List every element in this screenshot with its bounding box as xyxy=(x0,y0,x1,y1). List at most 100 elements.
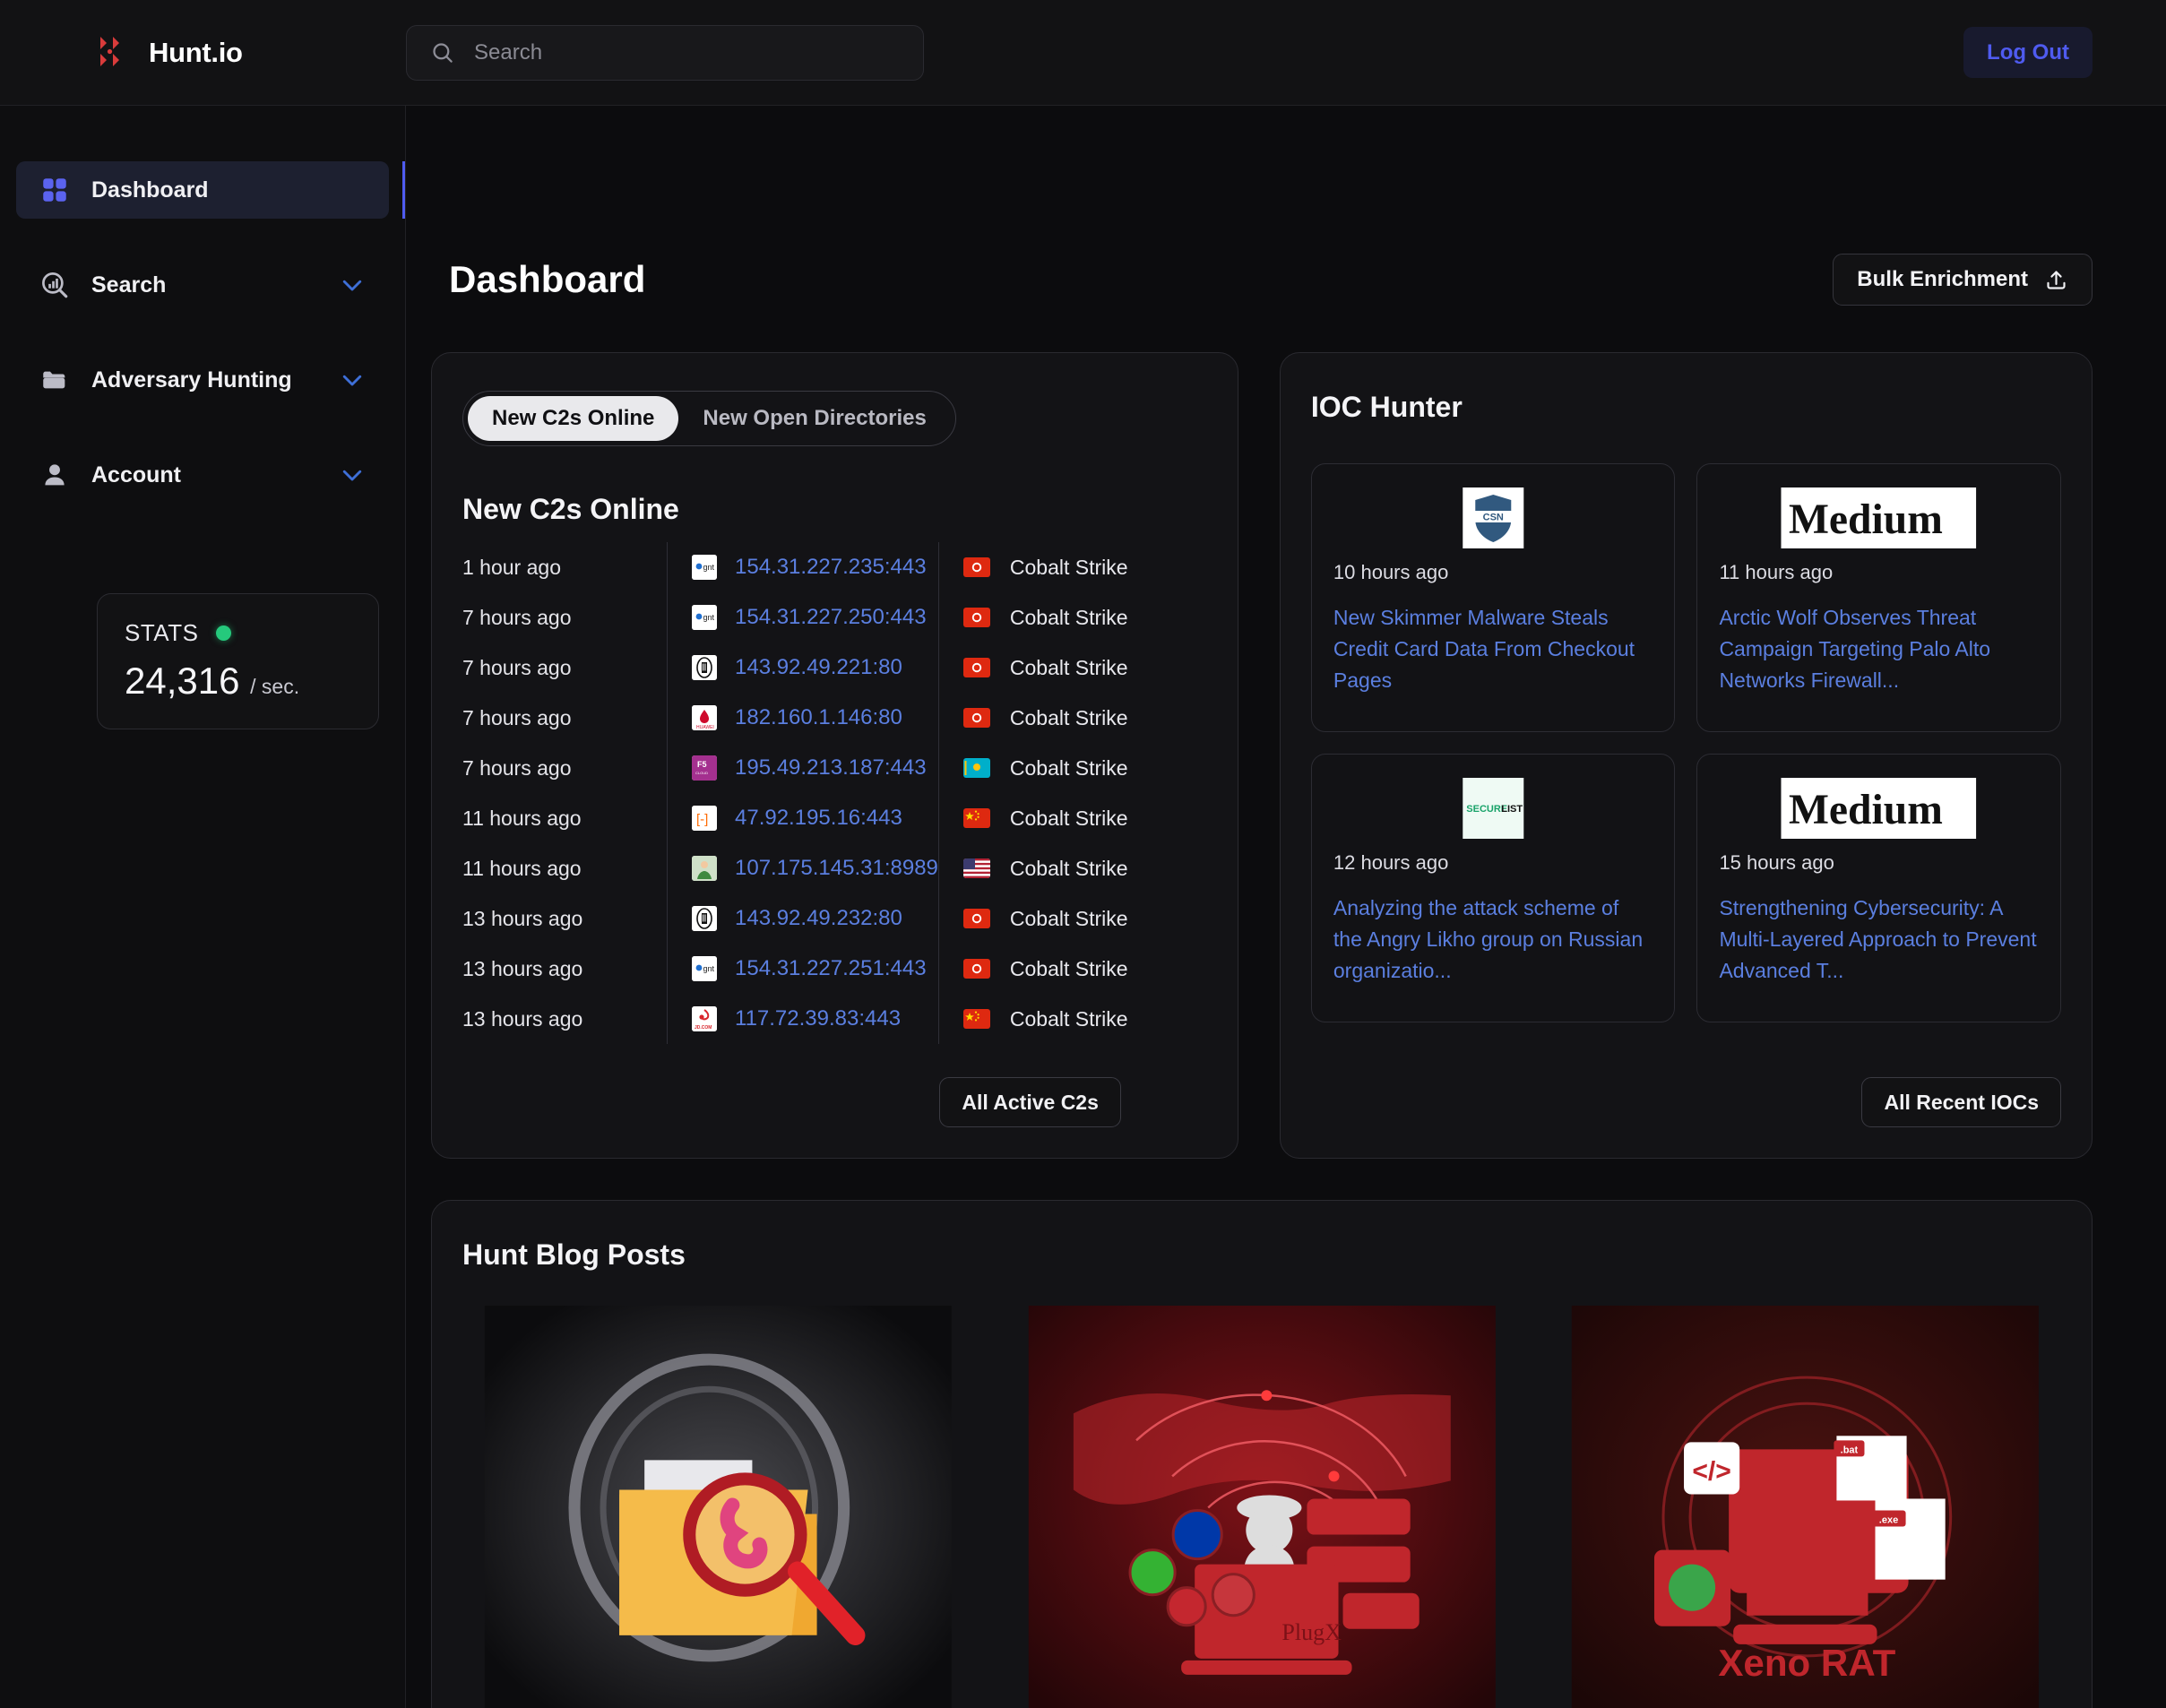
ioc-card[interactable]: Medium11 hours agoArctic Wolf Observes T… xyxy=(1696,463,2061,732)
chevron-down-icon[interactable] xyxy=(339,462,366,488)
svg-text:PlugX: PlugX xyxy=(1281,1619,1342,1645)
c2-ip-link[interactable]: 154.31.227.235:443 xyxy=(735,555,927,580)
sidebar-item-account[interactable]: Account xyxy=(16,446,389,504)
c2-malware-cell: Cobalt Strike xyxy=(938,944,1207,994)
nginx-favicon-icon: gnt xyxy=(692,605,717,630)
tab-new-c2s-online[interactable]: New C2s Online xyxy=(468,396,678,441)
brand[interactable]: Hunt.io xyxy=(0,34,406,72)
c2-malware-cell: Cobalt Strike xyxy=(938,592,1207,643)
ioc-card[interactable]: CSN10 hours agoNew Skimmer Malware Steal… xyxy=(1311,463,1676,732)
blog-thumbnail-image xyxy=(462,1306,974,1708)
c2-malware-name: Cobalt Strike xyxy=(1010,606,1128,630)
country-flag-kz-icon xyxy=(963,758,990,778)
ioc-title-link[interactable]: Arctic Wolf Observes Threat Campaign Tar… xyxy=(1719,602,2039,696)
medium-logo-icon: Medium xyxy=(1719,778,2039,839)
c2-ip-link[interactable]: 143.92.49.221:80 xyxy=(735,655,902,680)
bulk-enrichment-label: Bulk Enrichment xyxy=(1857,267,2028,292)
stats-value-row: 24,316 / sec. xyxy=(125,660,351,703)
svg-text:Medium: Medium xyxy=(1789,787,1943,833)
table-row[interactable]: 13 hours ago143.92.49.232:80Cobalt Strik… xyxy=(462,893,1207,944)
c2-table: 1 hour ago gnt 154.31.227.235:443 Cobalt St… xyxy=(462,542,1207,1077)
c2-ip-link[interactable]: 154.31.227.250:443 xyxy=(735,605,927,630)
table-row[interactable]: 7 hours agoF5CLOUD195.49.213.187:443Coba… xyxy=(462,743,1207,793)
tab-new-open-directories[interactable]: New Open Directories xyxy=(678,396,950,441)
c2-ip-link[interactable]: 195.49.213.187:443 xyxy=(735,755,927,781)
ioc-title-link[interactable]: New Skimmer Malware Steals Credit Card D… xyxy=(1333,602,1653,696)
table-row[interactable]: 7 hours agoHUAWEI182.160.1.146:80Cobalt … xyxy=(462,693,1207,743)
blog-post-card[interactable]: PlugXNovember 21, 2024PlugX Expands Cert… xyxy=(1006,1306,1518,1708)
c2-ip-link[interactable]: 117.72.39.83:443 xyxy=(735,1006,901,1031)
c2-malware-name: Cobalt Strike xyxy=(1010,857,1128,881)
search-box[interactable] xyxy=(406,25,924,81)
f5-favicon-icon: F5CLOUD xyxy=(692,755,717,781)
new-c2s-panel: New C2s Online New Open Directories New … xyxy=(431,352,1238,1159)
table-row[interactable]: 13 hours agognt154.31.227.251:443Cobalt … xyxy=(462,944,1207,994)
sidebar-item-label: Account xyxy=(91,462,317,488)
country-flag-cn-icon xyxy=(963,808,990,828)
svg-text:Xeno RAT: Xeno RAT xyxy=(1719,1642,1896,1684)
brand-name: Hunt.io xyxy=(149,37,243,69)
ioc-title-link[interactable]: Strengthening Cybersecurity: A Multi-Lay… xyxy=(1719,893,2039,987)
c2-ip-link[interactable]: 47.92.195.16:443 xyxy=(735,806,902,831)
nginx-favicon-icon: gnt xyxy=(692,956,717,981)
search-icon xyxy=(430,40,454,65)
ioc-title-link[interactable]: Analyzing the attack scheme of the Angry… xyxy=(1333,893,1653,987)
body: Dashboard Search xyxy=(0,106,2166,1708)
app-root: Hunt.io Log Out Dashboard xyxy=(0,0,2166,1708)
c2-ip-cell: F5CLOUD 195.49.213.187:443 xyxy=(667,743,938,793)
ioc-card[interactable]: SECURELIST12 hours agoAnalyzing the atta… xyxy=(1311,754,1676,1022)
table-row[interactable]: 7 hours ago 143.92.49.221:80 Cobalt Strike xyxy=(462,643,1207,693)
blog-grid: November 28, 2024Uncovering Threat Actor… xyxy=(462,1306,2061,1708)
sidebar-item-adversary-hunting[interactable]: Adversary Hunting xyxy=(16,351,389,409)
country-flag-hk-icon xyxy=(963,658,990,677)
logout-button[interactable]: Log Out xyxy=(1963,27,2093,78)
table-row[interactable]: 11 hours ago107.175.145.31:8989Cobalt St… xyxy=(462,843,1207,893)
c2-time: 1 hour ago xyxy=(462,556,667,580)
blog-post-card[interactable]: </>.bat.exeXeno RATNovember 19, 2024Xeno… xyxy=(1549,1306,2061,1708)
blog-post-card[interactable]: November 28, 2024Uncovering Threat Actor… xyxy=(462,1306,974,1708)
c2-malware-cell: Cobalt Strike xyxy=(938,643,1207,693)
c2-time: 7 hours ago xyxy=(462,656,667,680)
c2-ip-link[interactable]: 143.92.49.232:80 xyxy=(735,906,902,931)
c2-ip-cell: gnt 154.31.227.250:443 xyxy=(667,592,938,643)
table-row[interactable]: 1 hour agognt154.31.227.235:443Cobalt St… xyxy=(462,542,1207,592)
chevron-down-icon[interactable] xyxy=(339,367,366,393)
bulk-enrichment-button[interactable]: Bulk Enrichment xyxy=(1833,254,2093,306)
c2-ip-link[interactable]: 154.31.227.251:443 xyxy=(735,956,927,981)
country-flag-us-icon xyxy=(963,858,990,878)
c2-malware-name: Cobalt Strike xyxy=(1010,656,1128,680)
nginx-favicon-icon: gnt xyxy=(692,555,717,580)
country-flag-hk-icon xyxy=(963,557,990,577)
sidebar-item-label: Search xyxy=(91,272,317,298)
c2-ip-cell: gnt 154.31.227.251:443 xyxy=(667,944,938,994)
table-row[interactable]: 7 hours ago gnt 154.31.227.250:443 Cobalt S… xyxy=(462,592,1207,643)
svg-text:LIST: LIST xyxy=(1501,804,1523,815)
stats-label: STATS xyxy=(125,619,198,647)
table-row[interactable]: 11 hours ago[-]47.92.195.16:443Cobalt St… xyxy=(462,793,1207,843)
chevron-down-icon[interactable] xyxy=(339,272,366,298)
jd-favicon-icon: JD.COM xyxy=(692,1006,717,1031)
c2-time: 7 hours ago xyxy=(462,706,667,730)
ioc-card[interactable]: Medium 15 hours ago Strengthening Cybersec… xyxy=(1696,754,2061,1022)
table-row[interactable]: 13 hours agoJD.COM117.72.39.83:443Cobalt… xyxy=(462,994,1207,1044)
building-favicon-icon xyxy=(692,655,717,680)
c2-malware-cell: Cobalt Strike xyxy=(938,793,1207,843)
c2-time: 7 hours ago xyxy=(462,606,667,630)
sidebar: Dashboard Search xyxy=(0,106,406,1708)
folder-icon xyxy=(39,365,70,395)
ioc-timestamp: 15 hours ago xyxy=(1719,851,2039,875)
c2-ip-link[interactable]: 107.175.145.31:8989 xyxy=(735,856,938,881)
dashboard-top-row: New C2s Online New Open Directories New … xyxy=(431,352,2093,1159)
all-active-c2s-button[interactable]: All Active C2s xyxy=(939,1077,1121,1127)
svg-text:Medium: Medium xyxy=(1789,496,1943,543)
c2-panel-heading: New C2s Online xyxy=(462,493,1207,526)
sidebar-item-dashboard[interactable]: Dashboard xyxy=(16,161,389,219)
c2-ip-cell: 107.175.145.31:8989 xyxy=(667,843,938,893)
c2-time: 13 hours ago xyxy=(462,1007,667,1031)
c2-ip-link[interactable]: 182.160.1.146:80 xyxy=(735,705,902,730)
all-recent-iocs-button[interactable]: All Recent IOCs xyxy=(1861,1077,2061,1127)
stats-header: STATS xyxy=(125,619,351,647)
sidebar-item-search[interactable]: Search xyxy=(16,256,389,314)
search-input[interactable] xyxy=(474,40,900,65)
c2-ip-cell: gnt 154.31.227.235:443 xyxy=(667,542,938,592)
